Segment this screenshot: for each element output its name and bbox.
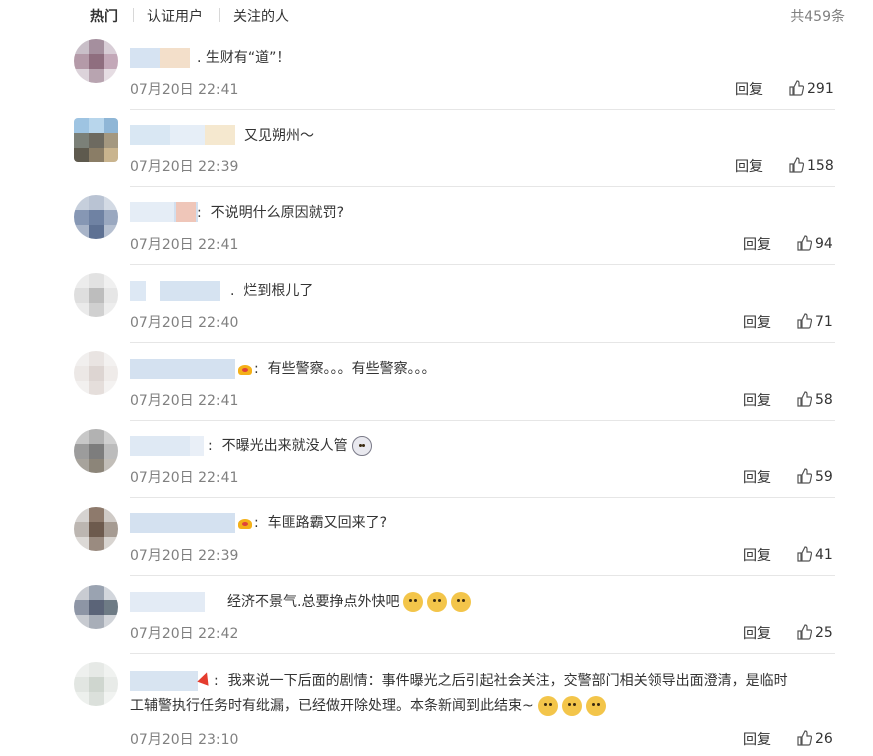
tab-hot[interactable]: 热门	[90, 6, 118, 26]
avatar[interactable]	[74, 118, 118, 162]
like-button[interactable]: 58	[796, 391, 833, 408]
doge-emoji-icon	[427, 592, 448, 612]
like-count: 94	[815, 236, 833, 252]
divider	[130, 186, 835, 187]
avatar[interactable]	[74, 351, 118, 395]
like-count: 291	[807, 81, 834, 97]
avatar[interactable]	[74, 195, 118, 239]
comment-filter-tabs: 热门 认证用户 关注的人 共459条	[0, 0, 873, 32]
comment-time: 07月20日 23:10	[130, 732, 239, 748]
like-count: 71	[815, 314, 833, 330]
thumbs-up-icon	[797, 468, 813, 484]
crown-badge-icon	[238, 363, 252, 375]
reply-button[interactable]: 回复	[743, 234, 771, 254]
reply-button[interactable]: 回复	[735, 79, 763, 99]
like-count: 158	[807, 158, 834, 174]
thumbs-up-icon	[797, 313, 813, 329]
thumbs-up-icon	[789, 80, 805, 96]
avatar[interactable]	[74, 585, 118, 629]
comment-text: 经济不景气.总要挣点外快吧	[227, 592, 472, 612]
comment-text: . 生财有“道”！	[197, 50, 291, 66]
comment-text: : 不曝光出来就没人管	[208, 436, 372, 456]
reply-button[interactable]: 回复	[743, 545, 771, 565]
doge-emoji-icon	[451, 592, 472, 612]
doge-emoji-icon	[585, 696, 606, 716]
crown-badge-icon	[238, 517, 252, 529]
like-count: 59	[815, 469, 833, 485]
thumbs-up-icon	[797, 624, 813, 640]
avatar[interactable]	[74, 662, 118, 706]
doge-emoji-icon	[403, 592, 424, 612]
like-button[interactable]: 41	[796, 546, 833, 563]
like-count: 58	[815, 392, 833, 408]
like-button[interactable]: 158	[788, 157, 834, 174]
comment-time: 07月20日 22:40	[130, 315, 239, 331]
thumbs-up-icon	[797, 546, 813, 562]
comment-time: 07月20日 22:39	[130, 548, 239, 564]
reply-button[interactable]: 回复	[743, 623, 771, 643]
comment-time: 07月20日 22:42	[130, 626, 239, 642]
comment-time: 07月20日 22:41	[130, 82, 239, 98]
comment-text: 又见朔州～	[244, 128, 314, 144]
avatar[interactable]	[74, 273, 118, 317]
avatar[interactable]	[74, 39, 118, 83]
divider	[130, 342, 835, 343]
like-button[interactable]: 94	[796, 235, 833, 252]
divider	[130, 109, 835, 110]
divider	[130, 575, 835, 576]
divider	[130, 497, 835, 498]
like-button[interactable]: 59	[796, 468, 833, 485]
red-badge-icon	[197, 670, 213, 686]
comment-time: 07月20日 22:41	[130, 393, 239, 409]
like-button[interactable]: 71	[796, 313, 833, 330]
comment-text: : 车匪路霸又回来了?	[254, 515, 388, 531]
comments-panel: 热门 认证用户 关注的人 共459条 . 生财有“道”！ 07月20日 22:4…	[0, 0, 873, 756]
reply-button[interactable]: 回复	[735, 156, 763, 176]
total-count: 共459条	[790, 9, 845, 25]
like-button[interactable]: 25	[796, 624, 833, 641]
comment-time: 07月20日 22:41	[130, 470, 239, 486]
divider	[130, 653, 835, 654]
like-count: 25	[815, 625, 833, 641]
like-button[interactable]: 291	[788, 80, 834, 97]
comment-text: : 有些警察。。。有些警察。。。	[254, 361, 436, 377]
comment-text: : 我来说一下后面的剧情：事件曝光之后引起社会关注，交警部门相关领导出面澄清，是…	[214, 673, 788, 689]
thumbs-up-icon	[797, 730, 813, 746]
doge-emoji-icon	[561, 696, 582, 716]
panda-emoji-icon	[351, 436, 372, 456]
thumbs-up-icon	[789, 157, 805, 173]
avatar[interactable]	[74, 429, 118, 473]
divider	[130, 420, 835, 421]
tab-divider	[133, 8, 134, 22]
comment-text: : 不说明什么原因就罚?	[197, 205, 345, 221]
comment-text-continued: 工辅警执行任务时有纰漏，已经做开除处理。本条新闻到此结束~	[130, 696, 606, 716]
like-button[interactable]: 26	[796, 730, 833, 747]
comment-text: . 烂到根儿了	[230, 283, 314, 299]
comment-time: 07月20日 22:41	[130, 237, 239, 253]
reply-button[interactable]: 回复	[743, 312, 771, 332]
reply-button[interactable]: 回复	[743, 467, 771, 487]
reply-button[interactable]: 回复	[743, 729, 771, 749]
comment-time: 07月20日 22:39	[130, 159, 239, 175]
doge-emoji-icon	[537, 696, 558, 716]
avatar[interactable]	[74, 507, 118, 551]
thumbs-up-icon	[797, 235, 813, 251]
like-count: 41	[815, 547, 833, 563]
tab-verified-users[interactable]: 认证用户	[147, 6, 203, 26]
thumbs-up-icon	[797, 391, 813, 407]
reply-button[interactable]: 回复	[743, 390, 771, 410]
divider	[130, 264, 835, 265]
like-count: 26	[815, 731, 833, 747]
tab-divider	[219, 8, 220, 22]
tab-following[interactable]: 关注的人	[233, 6, 289, 26]
